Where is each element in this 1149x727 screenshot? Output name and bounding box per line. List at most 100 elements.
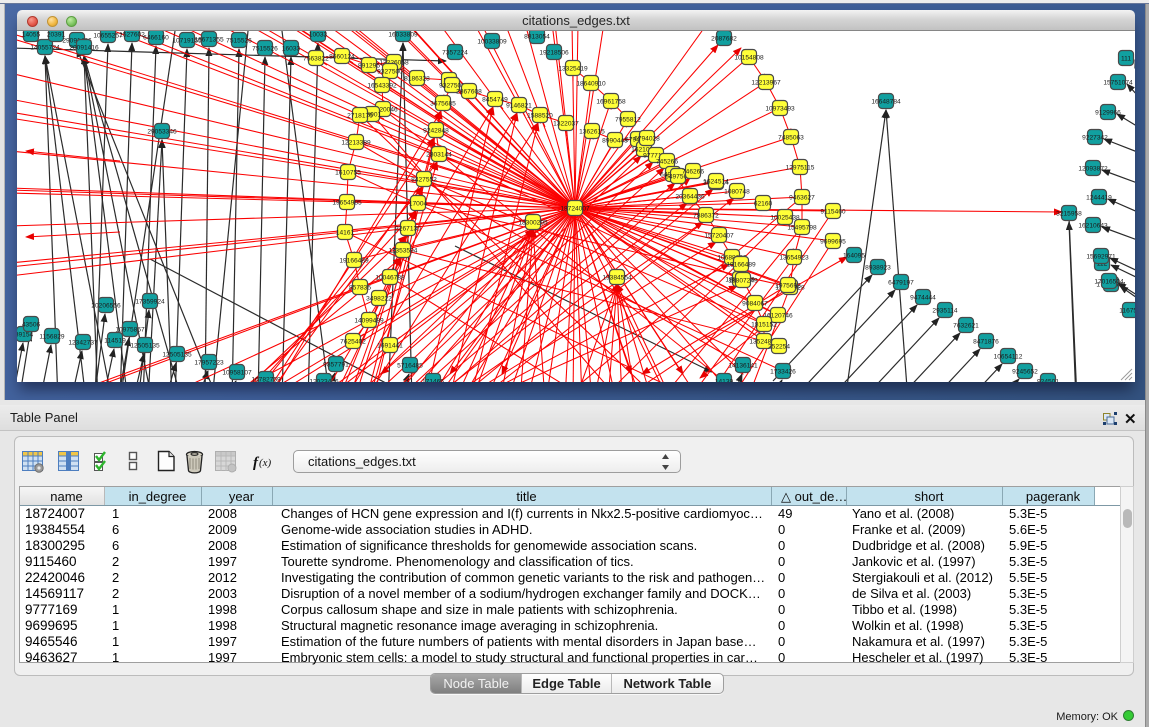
svg-text:1362615: 1362615 [579, 128, 605, 135]
svg-text:2867608: 2867608 [456, 88, 482, 95]
svg-text:(x): (x) [259, 457, 272, 469]
svg-text:9463627: 9463627 [789, 194, 815, 201]
svg-text:62160: 62160 [754, 200, 773, 207]
svg-text:7357224: 7357224 [442, 49, 468, 56]
svg-text:19166489: 19166489 [726, 261, 756, 268]
svg-text:1815152: 1815152 [751, 321, 777, 328]
svg-text:14139: 14139 [715, 378, 734, 382]
svg-text:14136141: 14136141 [728, 362, 758, 369]
svg-text:10958107: 10958107 [222, 369, 252, 376]
svg-text:14055724: 14055724 [30, 44, 60, 51]
svg-text:1610755: 1610755 [335, 169, 361, 176]
svg-text:9245652: 9245652 [1012, 368, 1038, 375]
svg-text:1322037: 1322037 [553, 120, 579, 127]
svg-text:164095: 164095 [843, 252, 865, 259]
svg-text:3675685: 3675685 [430, 100, 456, 107]
svg-text:7886372: 7886372 [693, 212, 719, 219]
svg-text:10046788: 10046788 [375, 274, 405, 281]
svg-text:19218506: 19218506 [539, 49, 569, 56]
svg-text:10033: 10033 [309, 31, 328, 38]
svg-text:11353594: 11353594 [389, 247, 418, 254]
svg-text:19654985: 19654985 [332, 199, 362, 206]
svg-text:7955812: 7955812 [615, 116, 641, 123]
svg-text:2935114: 2935114 [932, 307, 958, 314]
svg-text:857835: 857835 [349, 284, 371, 291]
svg-text:6466160: 6466160 [143, 34, 169, 41]
svg-text:12093872: 12093872 [1078, 165, 1108, 172]
svg-text:10154808: 10154808 [734, 54, 764, 61]
svg-text:12342737: 12342737 [68, 339, 98, 346]
svg-text:745266: 745266 [656, 158, 678, 165]
svg-text:12213389: 12213389 [341, 139, 371, 146]
svg-text:18640910: 18640910 [576, 80, 606, 87]
svg-text:1156829: 1156829 [39, 333, 65, 340]
svg-text:17359924: 17359924 [135, 298, 165, 305]
svg-text:16961758: 16961758 [596, 98, 626, 105]
svg-text:3215958: 3215958 [1056, 210, 1082, 217]
svg-text:5716485: 5716485 [397, 362, 423, 369]
svg-text:18300295: 18300295 [518, 219, 548, 226]
svg-text:10654112: 10654112 [994, 353, 1023, 360]
svg-text:9146821: 9146821 [506, 102, 532, 109]
svg-text:15495798: 15495798 [787, 224, 817, 231]
svg-text:2718176: 2718176 [347, 112, 373, 119]
svg-text:17957223: 17957223 [194, 359, 224, 366]
svg-text:20206556: 20206556 [91, 302, 121, 309]
svg-text:15720407: 15720407 [704, 232, 734, 239]
svg-text:43506: 43506 [22, 321, 41, 328]
svg-text:18724007: 18724007 [560, 205, 590, 212]
svg-text:116753: 116753 [1119, 307, 1135, 314]
svg-text:3498222: 3498222 [366, 295, 392, 302]
svg-text:12975115: 12975115 [786, 164, 815, 171]
svg-text:1733426: 1733426 [770, 368, 796, 375]
svg-text:2803144: 2803144 [426, 151, 452, 158]
svg-text:1588520: 1588520 [527, 112, 553, 119]
svg-text:9857791: 9857791 [323, 361, 349, 368]
svg-text:10975867: 10975867 [115, 326, 145, 333]
svg-text:6794028: 6794028 [634, 135, 660, 142]
svg-text:17004: 17004 [409, 200, 428, 207]
svg-text:16671355: 16671355 [194, 36, 224, 43]
svg-text:14099489: 14099489 [354, 317, 384, 324]
svg-text:1975692: 1975692 [775, 282, 801, 289]
svg-text:14161: 14161 [336, 229, 355, 236]
svg-text:12213967: 12213967 [751, 79, 781, 86]
svg-text:9115460: 9115460 [820, 208, 846, 215]
svg-text:8471876: 8471876 [973, 338, 999, 345]
svg-text:7563822: 7563822 [303, 55, 329, 62]
svg-text:3267130: 3267130 [395, 225, 421, 232]
svg-text:111: 111 [1121, 55, 1131, 62]
svg-text:16033809: 16033809 [388, 31, 418, 38]
svg-text:7485063: 7485063 [778, 134, 804, 141]
svg-text:39154: 39154 [17, 331, 33, 338]
svg-text:746266: 746266 [682, 168, 704, 175]
svg-text:12505135: 12505135 [130, 342, 160, 349]
svg-text:13654923: 13654923 [779, 254, 809, 261]
svg-text:1527602: 1527602 [119, 31, 145, 38]
svg-text:20364436: 20364436 [675, 193, 705, 200]
svg-text:924501: 924501 [1037, 378, 1059, 382]
svg-text:19384554: 19384554 [602, 274, 632, 281]
svg-text:7515526: 7515526 [226, 37, 252, 44]
svg-text:9474444: 9474444 [910, 294, 936, 301]
svg-text:6479197: 6479197 [888, 279, 914, 286]
svg-text:114519: 114519 [104, 337, 126, 344]
svg-text:9129966: 9129966 [1095, 109, 1121, 116]
svg-text:10973493: 10973493 [765, 105, 795, 112]
svg-text:16782759: 16782759 [251, 376, 281, 382]
svg-text:9327500: 9327500 [377, 68, 403, 75]
svg-text:15751074: 15751074 [1103, 79, 1133, 86]
svg-text:7632621: 7632621 [953, 322, 979, 329]
svg-text:1244419: 1244419 [1086, 194, 1112, 201]
svg-text:8813054: 8813054 [524, 33, 550, 40]
svg-text:8186328: 8186328 [404, 75, 430, 82]
svg-text:8454749: 8454749 [482, 96, 508, 103]
svg-text:9242848: 9242848 [423, 127, 449, 134]
svg-text:12023446: 12023446 [309, 378, 339, 382]
svg-text:12505135: 12505135 [162, 351, 192, 358]
svg-text:13325419: 13325419 [558, 65, 588, 72]
svg-text:2087682: 2087682 [711, 35, 737, 42]
svg-text:16648784: 16648784 [871, 98, 901, 105]
svg-text:16210643: 16210643 [1078, 222, 1108, 229]
svg-text:1691441: 1691441 [377, 342, 403, 349]
